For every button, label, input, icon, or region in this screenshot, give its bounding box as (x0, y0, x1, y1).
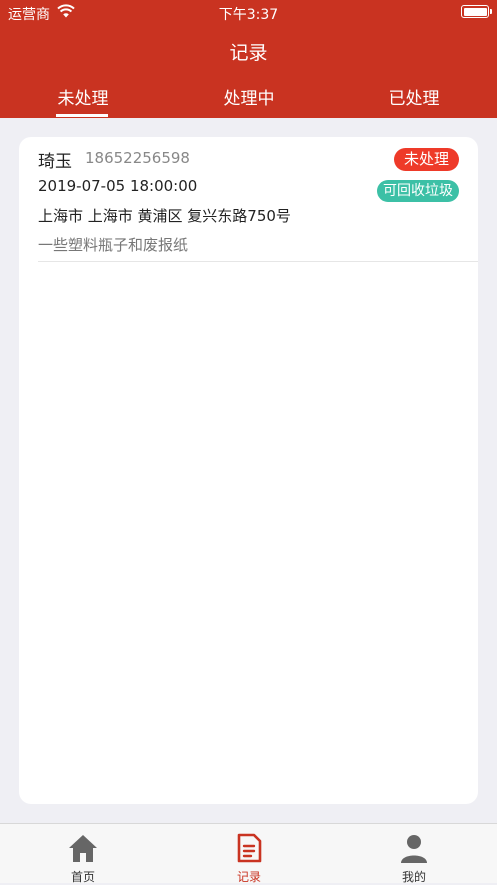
pickup-datetime: 2019-07-05 18:00:00 (38, 177, 198, 195)
status-bar: 运营商 下午3:37 (0, 0, 497, 24)
item-note: 一些塑料瓶子和废报纸 (38, 236, 189, 254)
divider (38, 261, 478, 262)
bottom-tab-bar: 首页 记录 我的 (0, 823, 497, 884)
clock: 下午3:37 (218, 7, 279, 23)
tab-processed[interactable]: 已处理 (331, 84, 497, 109)
page-title: 记录 (229, 42, 268, 64)
record-card[interactable]: 琦玉 18652256598 未处理 2019-07-05 18:00:00 可… (19, 137, 478, 804)
home-icon (69, 835, 97, 862)
contact-phone: 18652256598 (85, 149, 190, 167)
header: 运营商 下午3:37 记录 未处理 处理中 已处理 (0, 0, 497, 118)
status-badge: 未处理 (393, 148, 459, 171)
battery-icon (461, 5, 492, 18)
tabbar-item-home[interactable]: 首页 (0, 824, 166, 884)
tabbar-label-home: 首页 (70, 870, 95, 884)
tabbar-label-mine: 我的 (401, 870, 426, 884)
tabbar-label-records: 记录 (236, 870, 261, 884)
tabbar-item-records[interactable]: 记录 (166, 824, 332, 884)
category-badge: 可回收垃圾 (377, 180, 459, 202)
contact-name: 琦玉 (38, 152, 72, 172)
tab-bar: 未处理 处理中 已处理 (0, 84, 497, 118)
person-icon (401, 835, 427, 863)
pickup-address: 上海市 上海市 黄浦区 复兴东路750号 (38, 207, 291, 225)
tab-unprocessed[interactable]: 未处理 (0, 84, 166, 109)
tab-processing[interactable]: 处理中 (166, 84, 332, 109)
tabbar-item-mine[interactable]: 我的 (331, 824, 497, 884)
active-tab-indicator (56, 114, 108, 117)
document-icon (237, 833, 262, 863)
